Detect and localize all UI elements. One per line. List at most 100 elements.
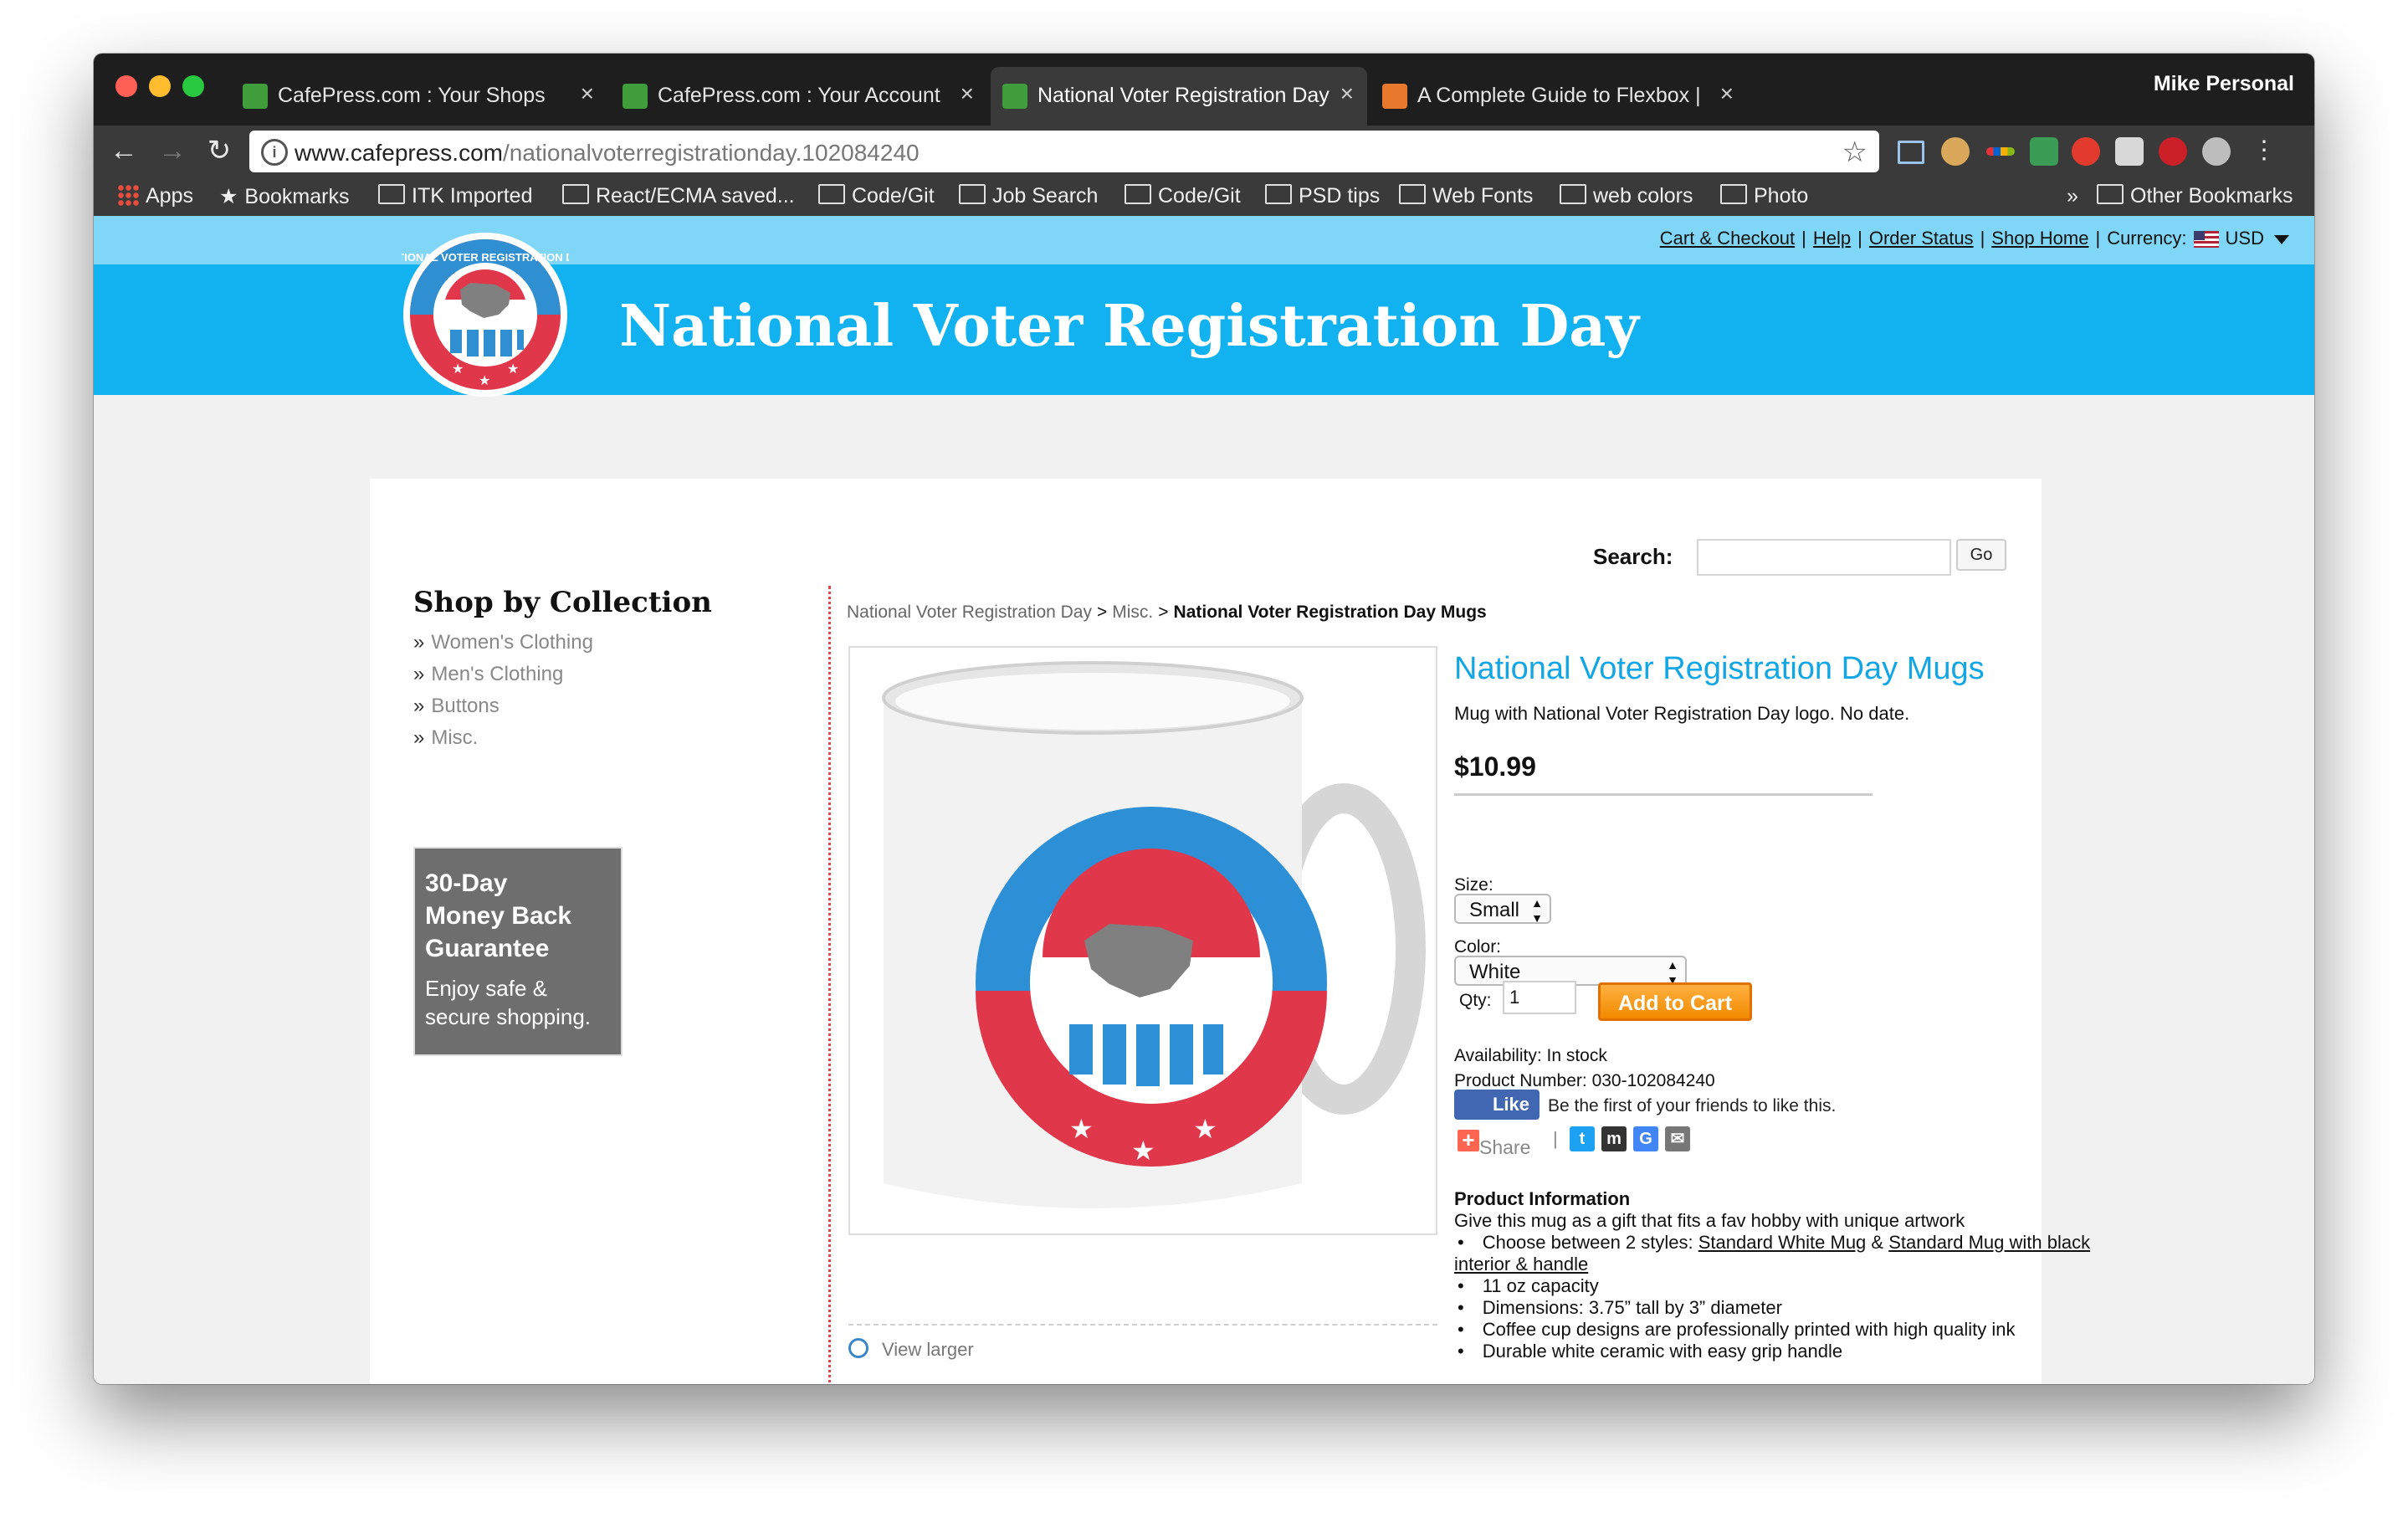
- caret-down-icon[interactable]: [2274, 234, 2289, 244]
- google-icon[interactable]: G: [1633, 1126, 1658, 1151]
- bookmark-label: Other Bookmarks: [2130, 184, 2293, 208]
- bookmark-bookmarks[interactable]: ★ Bookmarks: [219, 184, 349, 209]
- tab-title: CafePress.com : Your Account: [658, 84, 940, 107]
- tab-close-icon[interactable]: ×: [581, 80, 594, 107]
- tab-your-shops[interactable]: CafePress.com : Your Shops ×: [231, 67, 607, 126]
- breadcrumb-misc-link[interactable]: Misc.: [1112, 603, 1153, 622]
- logo-text: NATIONAL VOTER REGISTRATION DAY: [402, 251, 569, 264]
- bookmark-job-search[interactable]: Job Search: [959, 184, 1098, 208]
- info-icon[interactable]: i: [261, 139, 288, 166]
- standard-white-mug-link[interactable]: Standard White Mug: [1698, 1232, 1867, 1253]
- ebay-extension-icon[interactable]: [1986, 147, 2015, 156]
- bookmark-psd-tips[interactable]: PSD tips: [1265, 184, 1380, 208]
- utility-links: Cart & Checkout | Help | Order Status | Shop H…: [1660, 228, 2289, 249]
- product-price: $10.99: [1454, 751, 1536, 782]
- collection-item-misc[interactable]: » Misc.: [413, 726, 593, 758]
- back-arrow-icon[interactable]: ←: [107, 134, 141, 167]
- order-status-link[interactable]: Order Status: [1869, 228, 1974, 249]
- bookmark-star-icon[interactable]: ☆: [1842, 136, 1867, 169]
- bookmark-label: Code/Git: [852, 184, 935, 208]
- product-info-item: Durable white ceramic with easy grip han…: [1454, 1341, 2107, 1362]
- collection-item-buttons[interactable]: » Buttons: [413, 695, 593, 726]
- cast-icon[interactable]: [1898, 141, 1924, 164]
- minimize-window-button[interactable]: [149, 75, 171, 97]
- folder-icon: [2097, 184, 2124, 205]
- profile-name[interactable]: Mike Personal: [2154, 72, 2294, 96]
- logo-star-icon: ★: [452, 361, 464, 377]
- myspace-icon[interactable]: m: [1601, 1126, 1627, 1151]
- price-divider: [1454, 793, 1873, 796]
- star-icon: ★: [219, 185, 238, 208]
- forward-arrow-icon[interactable]: →: [156, 134, 189, 167]
- folder-icon: [562, 184, 589, 205]
- address-bar[interactable]: i www.cafepress.com/nationalvoterregistr…: [249, 131, 1879, 172]
- tab-flexbox-guide[interactable]: A Complete Guide to Flexbox | ×: [1371, 67, 1747, 126]
- twitter-icon[interactable]: t: [1570, 1126, 1595, 1151]
- bookmarks-overflow-button[interactable]: »: [2067, 184, 2078, 208]
- evernote-icon[interactable]: [2202, 137, 2231, 166]
- tab-voter-registration[interactable]: National Voter Registration Day ×: [991, 67, 1367, 126]
- help-link[interactable]: Help: [1813, 228, 1851, 249]
- breadcrumb-current: National Voter Registration Day Mugs: [1173, 603, 1487, 622]
- tab-close-icon[interactable]: ×: [1720, 80, 1734, 107]
- shop-logo[interactable]: NATIONAL VOTER REGISTRATION DAY ★ ★ ★: [402, 231, 569, 398]
- collection-item-label: Men's Clothing: [431, 663, 564, 685]
- search-input[interactable]: [1697, 539, 1951, 576]
- currency-select[interactable]: USD: [2226, 228, 2264, 249]
- url-text[interactable]: www.cafepress.com/nationalvoterregistrat…: [295, 140, 920, 167]
- search-go-button[interactable]: Go: [1956, 539, 2006, 571]
- cart-checkout-link[interactable]: Cart & Checkout: [1660, 228, 1795, 249]
- add-to-cart-button[interactable]: Add to Cart: [1598, 982, 1752, 1021]
- collection-item-womens[interactable]: » Women's Clothing: [413, 631, 593, 663]
- pinterest-icon[interactable]: [2159, 137, 2187, 166]
- cafepress-favicon-icon: [243, 84, 268, 109]
- tab-title: National Voter Registration Day: [1037, 84, 1330, 107]
- bookmark-code-git[interactable]: Code/Git: [818, 184, 935, 208]
- product-info-title: Product Information: [1454, 1188, 1631, 1209]
- qty-input[interactable]: [1503, 981, 1576, 1014]
- collection-item-mens[interactable]: » Men's Clothing: [413, 663, 593, 695]
- reload-icon[interactable]: ↻: [202, 134, 236, 167]
- tab-your-account[interactable]: CafePress.com : Your Account ×: [611, 67, 987, 126]
- extension-green-icon[interactable]: [2030, 137, 2058, 166]
- bookmark-react-ecma[interactable]: React/ECMA saved...: [562, 184, 795, 208]
- shield-extension-icon[interactable]: [2072, 137, 2100, 166]
- bookmark-code-git-2[interactable]: Code/Git: [1125, 184, 1241, 208]
- info-text: Choose between 2 styles:: [1482, 1232, 1698, 1253]
- close-window-button[interactable]: [115, 75, 137, 97]
- bookmark-label: Photo: [1754, 184, 1809, 208]
- bookmark-label: Code/Git: [1158, 184, 1241, 208]
- print-icon[interactable]: [2115, 137, 2144, 166]
- product-information: Product Information Give this mug as a g…: [1454, 1188, 2107, 1362]
- bookmark-other[interactable]: Other Bookmarks: [2097, 184, 2293, 208]
- collection-item-label: Women's Clothing: [431, 631, 593, 654]
- view-larger-link[interactable]: View larger: [848, 1338, 974, 1361]
- bookmark-itk-imported[interactable]: ITK Imported: [378, 184, 533, 208]
- tab-close-icon[interactable]: ×: [1340, 80, 1354, 107]
- bookmark-web-colors[interactable]: web colors: [1560, 184, 1693, 208]
- tab-close-icon[interactable]: ×: [961, 80, 974, 107]
- breadcrumb-shop-link[interactable]: National Voter Registration Day: [847, 603, 1092, 622]
- zoom-window-button[interactable]: [182, 75, 204, 97]
- bookmark-apps[interactable]: Apps: [117, 184, 193, 208]
- us-flag-icon: [2193, 231, 2219, 249]
- cookie-extension-icon[interactable]: [1941, 137, 1970, 166]
- guarantee-line: 30-Day: [425, 869, 508, 897]
- bookmark-web-fonts[interactable]: Web Fonts: [1399, 184, 1533, 208]
- logo-star-icon: ★: [479, 372, 490, 388]
- product-title: National Voter Registration Day Mugs: [1454, 651, 1985, 686]
- breadcrumb: National Voter Registration Day > Misc. > Na…: [847, 603, 1487, 622]
- browser-toolbar: ← → ↻ i www.cafepress.com/nationalvoterr…: [94, 126, 2314, 177]
- money-back-guarantee-badge: 30-Day Money Back Guarantee Enjoy safe & se…: [413, 847, 622, 1056]
- facebook-like-button[interactable]: Like: [1454, 1090, 1540, 1120]
- email-icon[interactable]: ✉: [1665, 1126, 1690, 1151]
- guarantee-line: Guarantee: [425, 935, 550, 962]
- size-select[interactable]: Small ▲ ▼: [1454, 894, 1551, 925]
- product-description: Mug with National Voter Registration Day…: [1454, 703, 1910, 724]
- share-link[interactable]: Share: [1479, 1136, 1530, 1159]
- shop-home-link[interactable]: Shop Home: [1991, 228, 2088, 249]
- product-image[interactable]: ★ ★ ★: [848, 646, 1437, 1235]
- bookmark-photo[interactable]: Photo: [1720, 184, 1808, 208]
- menu-kebab-icon[interactable]: ⋮: [2247, 134, 2281, 167]
- addthis-share-icon[interactable]: +: [1458, 1129, 1479, 1151]
